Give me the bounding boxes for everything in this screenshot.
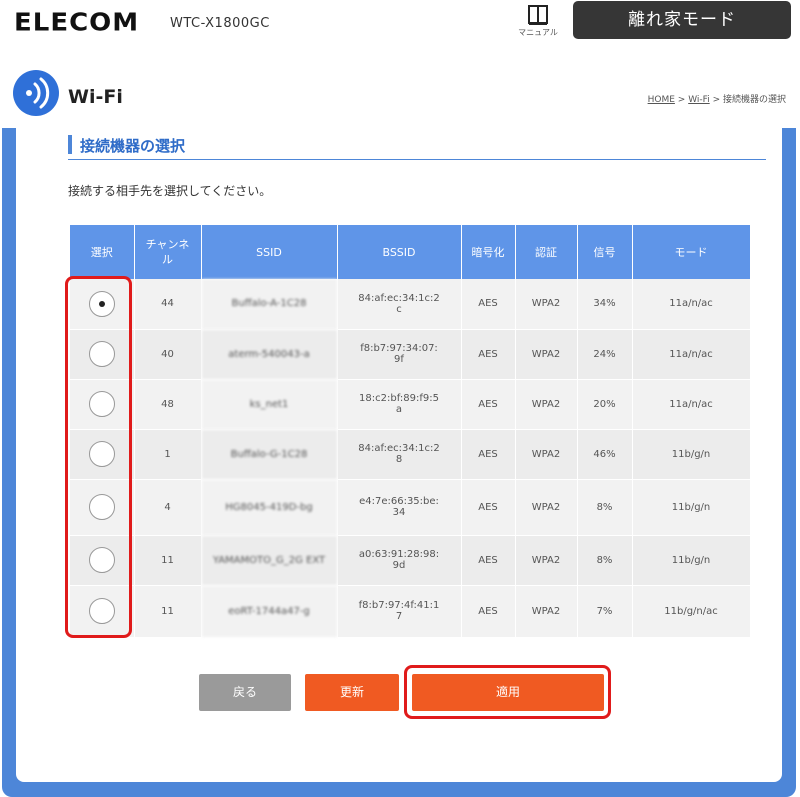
table-row[interactable]: 11 YAMAMOTO_G_2G EXT a0:63:91:28:98: 9d AES W… (70, 535, 751, 586)
ssid-cell: Buffalo-G-1C28 (201, 429, 338, 480)
col-auth: 認証 (515, 225, 578, 279)
auth-cell: WPA2 (515, 329, 578, 380)
channel-cell: 48 (134, 379, 202, 430)
page-header: Wi-Fi HOME > Wi-Fi > 接続機器の選択 (0, 70, 800, 128)
breadcrumb: HOME > Wi-Fi > 接続機器の選択 (648, 92, 786, 105)
book-icon (528, 5, 548, 25)
bssid-cell: e4:7e:66:35:be: 34 (337, 479, 462, 536)
auth-cell: WPA2 (515, 479, 578, 536)
breadcrumb-home-link[interactable]: HOME (648, 95, 675, 105)
channel-cell: 4 (134, 479, 202, 536)
elecom-logo[interactable]: ELECOM (14, 9, 139, 38)
apply-button-highlight (404, 665, 611, 719)
refresh-button[interactable]: 更新 (305, 674, 399, 711)
signal-cell: 8% (577, 479, 633, 536)
signal-cell: 24% (577, 329, 633, 380)
bssid-cell: a0:63:91:28:98: 9d (337, 535, 462, 586)
wifi-icon (13, 70, 59, 116)
mode-cell: 11b/g/n (632, 479, 751, 536)
mode-cell: 11b/g/n/ac (632, 585, 751, 638)
mode-cell: 11b/g/n (632, 535, 751, 586)
mode-cell: 11b/g/n (632, 429, 751, 480)
auth-cell: WPA2 (515, 379, 578, 430)
signal-cell: 20% (577, 379, 633, 430)
breadcrumb-wifi-link[interactable]: Wi-Fi (688, 95, 709, 105)
table-row[interactable]: 40 aterm-540043-a f8:b7:97:34:07: 9f AES WPA2… (70, 329, 751, 380)
page-title: Wi-Fi (68, 86, 123, 108)
encryption-cell: AES (461, 535, 516, 586)
bssid-cell: 18:c2:bf:89:f9:5 a (337, 379, 462, 430)
breadcrumb-current: 接続機器の選択 (722, 95, 786, 105)
encryption-cell: AES (461, 279, 516, 330)
bssid-cell: 84:af:ec:34:1c:2 c (337, 279, 462, 330)
auth-cell: WPA2 (515, 585, 578, 638)
table-row[interactable]: 48 ks_net1 18:c2:bf:89:f9:5 a AES WPA2 20% 11a/… (70, 379, 751, 430)
section-accent-bar (68, 135, 72, 154)
breadcrumb-separator: > (712, 95, 721, 105)
mode-cell: 11a/n/ac (632, 279, 751, 330)
col-channel: チャンネル (134, 225, 202, 279)
signal-cell: 46% (577, 429, 633, 480)
section-title: 接続機器の選択 (80, 137, 186, 155)
channel-cell: 1 (134, 429, 202, 480)
table-row[interactable]: 44 Buffalo-A-1C28 84:af:ec:34:1c:2 c AES WPA2… (70, 279, 751, 330)
remote-mode-button[interactable]: 離れ家モード (573, 1, 791, 39)
channel-cell: 11 (134, 535, 202, 586)
mode-cell: 11a/n/ac (632, 379, 751, 430)
breadcrumb-separator: > (677, 95, 686, 105)
channel-cell: 11 (134, 585, 202, 638)
encryption-cell: AES (461, 329, 516, 380)
bssid-cell: 84:af:ec:34:1c:2 8 (337, 429, 462, 480)
table-row[interactable]: 4 HG8045-419D-bg e4:7e:66:35:be: 34 AES WPA2 8… (70, 479, 751, 536)
encryption-cell: AES (461, 585, 516, 638)
bssid-cell: f8:b7:97:34:07: 9f (337, 329, 462, 380)
ssid-cell: YAMAMOTO_G_2G EXT (201, 535, 338, 586)
channel-cell: 44 (134, 279, 202, 330)
auth-cell: WPA2 (515, 279, 578, 330)
signal-cell: 8% (577, 535, 633, 586)
ssid-cell: Buffalo-A-1C28 (201, 279, 338, 330)
table-row[interactable]: 11 eoRT-1744a47-g f8:b7:97:4f:41:1 7 AES WPA2… (70, 585, 751, 638)
auth-cell: WPA2 (515, 429, 578, 480)
signal-cell: 7% (577, 585, 633, 638)
col-encryption: 暗号化 (461, 225, 516, 279)
col-bssid: BSSID (337, 225, 462, 279)
section-header: 接続機器の選択 (68, 132, 766, 160)
col-ssid: SSID (201, 225, 338, 279)
manual-label: マニュアル (518, 28, 558, 37)
col-mode: モード (632, 225, 751, 279)
model-name: WTC-X1800GC (170, 16, 270, 31)
ssid-cell: eoRT-1744a47-g (201, 585, 338, 638)
col-select: 選択 (70, 225, 135, 279)
channel-cell: 40 (134, 329, 202, 380)
ssid-cell: HG8045-419D-bg (201, 479, 338, 536)
ssid-cell: ks_net1 (201, 379, 338, 430)
col-signal: 信号 (577, 225, 633, 279)
bssid-cell: f8:b7:97:4f:41:1 7 (337, 585, 462, 638)
encryption-cell: AES (461, 379, 516, 430)
ssid-cell: aterm-540043-a (201, 329, 338, 380)
device-table: 選択 チャンネル SSID BSSID 暗号化 認証 信号 モード 44 Buff… (70, 225, 751, 638)
manual-button[interactable]: マニュアル (513, 2, 563, 44)
encryption-cell: AES (461, 429, 516, 480)
back-button[interactable]: 戻る (199, 674, 291, 711)
instruction-text: 接続する相手先を選択してください。 (68, 184, 272, 198)
top-bar: ELECOM WTC-X1800GC マニュアル 離れ家モード (0, 0, 800, 60)
encryption-cell: AES (461, 479, 516, 536)
auth-cell: WPA2 (515, 535, 578, 586)
selection-column-highlight (65, 276, 132, 638)
table-row[interactable]: 1 Buffalo-G-1C28 84:af:ec:34:1c:2 8 AES WPA2 4… (70, 429, 751, 480)
signal-cell: 34% (577, 279, 633, 330)
table-header-row: 選択 チャンネル SSID BSSID 暗号化 認証 信号 モード (70, 225, 751, 279)
mode-cell: 11a/n/ac (632, 329, 751, 380)
